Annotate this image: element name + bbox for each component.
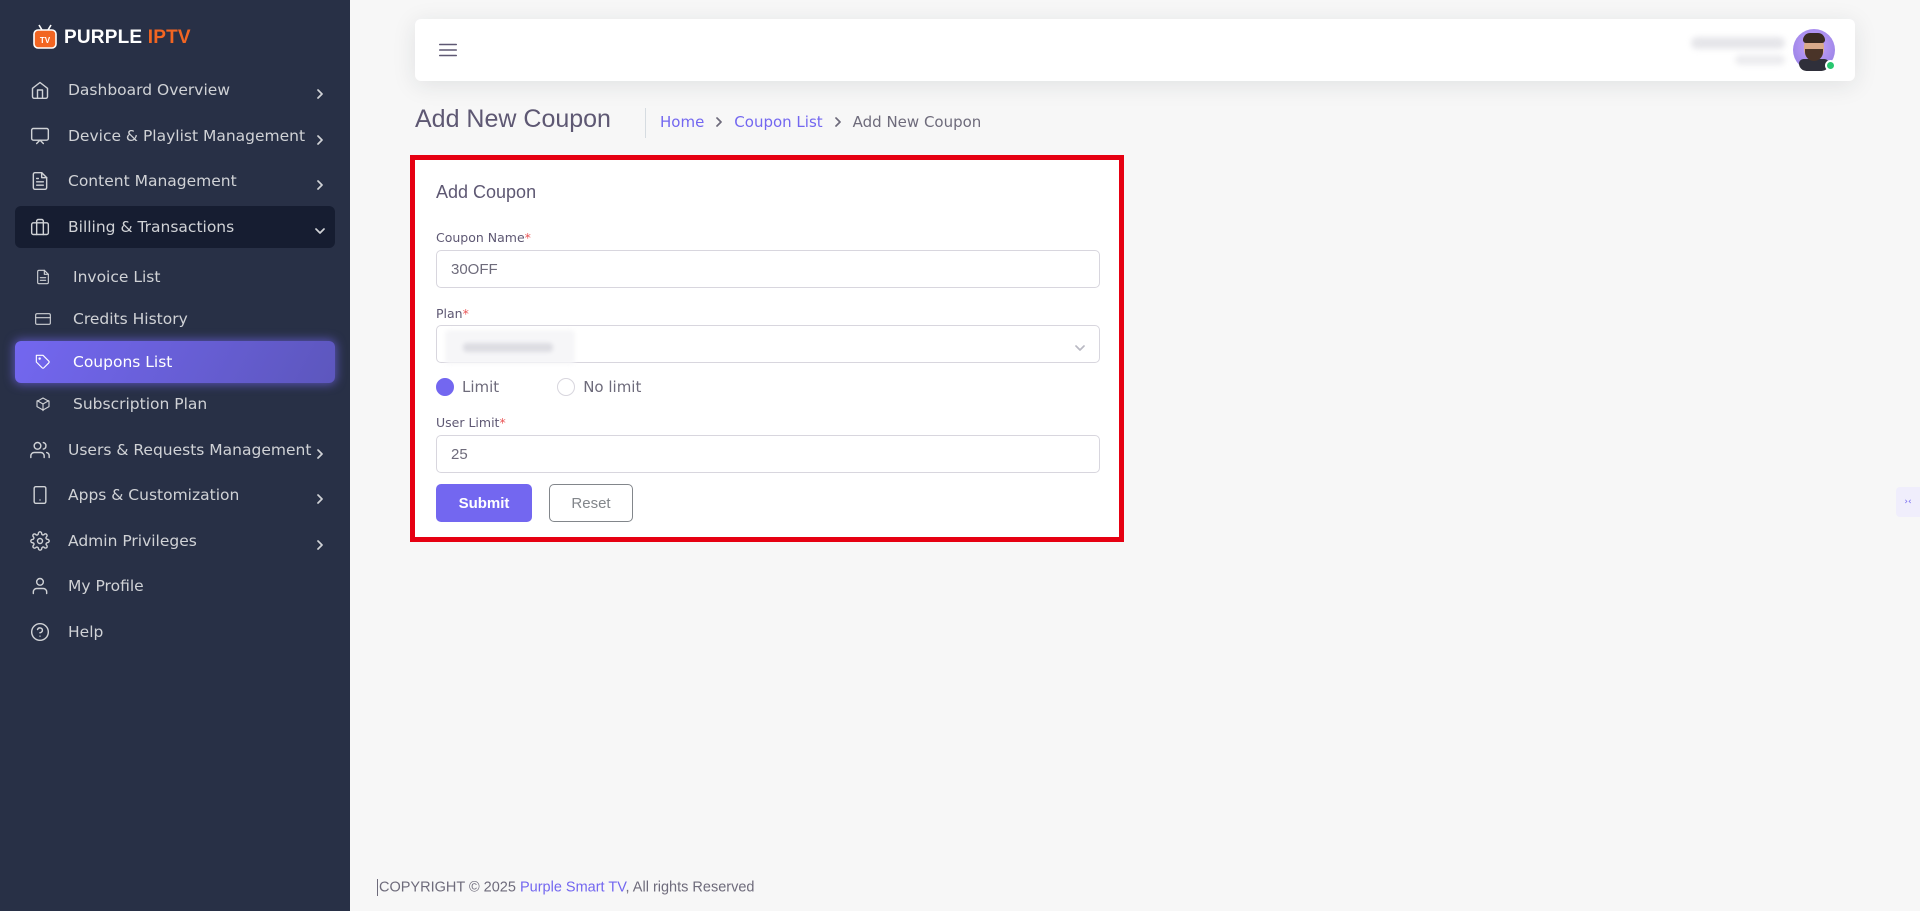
limit-radio[interactable] xyxy=(436,378,454,396)
breadcrumb: Home Coupon List Add New Coupon xyxy=(660,113,981,131)
add-coupon-card: Add Coupon Coupon Name* 30OFF Plan* Limi… xyxy=(410,155,1124,542)
sidebar-item-label: Apps & Customization xyxy=(68,486,240,504)
customizer-toggle-icon[interactable]: ›‹ xyxy=(1896,487,1920,517)
no-limit-radio[interactable] xyxy=(557,378,576,396)
file-text-icon xyxy=(30,171,50,191)
footer-brand-link[interactable]: Purple Smart TV xyxy=(520,879,626,895)
required-mark: * xyxy=(524,230,531,245)
title-divider xyxy=(645,108,646,138)
sidebar-item-label: Invoice List xyxy=(73,268,161,286)
coupon-name-label: Coupon Name* xyxy=(436,230,531,245)
sidebar-item-invoice-list[interactable]: Invoice List xyxy=(15,256,335,298)
limit-radio-group: Limit No limit xyxy=(436,378,641,396)
breadcrumb-current: Add New Coupon xyxy=(852,113,982,131)
chevron-right-icon xyxy=(315,85,325,99)
user-limit-value: 25 xyxy=(451,445,468,463)
sidebar-item-admin-privileges[interactable]: Admin Privileges xyxy=(15,520,335,562)
user-limit-label: User Limit* xyxy=(436,415,506,430)
sidebar-item-label: Coupons List xyxy=(73,353,173,371)
required-mark: * xyxy=(499,415,506,430)
credit-card-icon xyxy=(35,311,51,327)
menu-icon[interactable] xyxy=(437,39,459,61)
package-icon xyxy=(35,396,51,412)
sidebar-item-label: Content Management xyxy=(68,172,237,190)
tag-icon xyxy=(35,354,51,370)
breadcrumb-coupon-list[interactable]: Coupon List xyxy=(734,113,822,131)
card-title: Add Coupon xyxy=(436,182,537,202)
file-icon xyxy=(35,269,51,285)
sidebar-item-my-profile[interactable]: My Profile xyxy=(15,565,335,607)
sidebar-item-users-requests[interactable]: Users & Requests Management xyxy=(15,429,335,471)
required-mark: * xyxy=(462,306,469,321)
sidebar-item-subscription-plan[interactable]: Subscription Plan xyxy=(15,383,335,425)
user-info-blurred[interactable] xyxy=(1685,33,1785,69)
chevron-right-icon xyxy=(833,117,843,127)
reset-button[interactable]: Reset xyxy=(549,484,633,522)
sidebar-item-dashboard-overview[interactable]: Dashboard Overview xyxy=(15,69,335,111)
brand-name: PURPLE xyxy=(64,27,143,48)
breadcrumb-home[interactable]: Home xyxy=(660,113,704,131)
top-navbar xyxy=(415,19,1855,81)
sidebar-item-label: Users & Requests Management xyxy=(68,441,312,459)
chevron-right-icon xyxy=(315,536,325,550)
plan-selected-value-blurred xyxy=(445,330,575,364)
chevron-down-icon xyxy=(1075,340,1085,351)
plan-label: Plan* xyxy=(436,306,469,321)
tv-icon: TV xyxy=(32,24,60,52)
sidebar-item-billing-transactions[interactable]: Billing & Transactions xyxy=(15,206,335,248)
sidebar-item-label: Billing & Transactions xyxy=(68,218,235,236)
sidebar-item-label: Device & Playlist Management xyxy=(68,127,306,145)
help-circle-icon xyxy=(30,622,50,642)
sidebar-item-label: My Profile xyxy=(68,577,144,595)
chevron-right-icon xyxy=(714,117,724,127)
sidebar-item-credits-history[interactable]: Credits History xyxy=(15,298,335,340)
sidebar-item-label: Dashboard Overview xyxy=(68,81,230,99)
coupon-name-input[interactable]: 30OFF xyxy=(436,250,1100,288)
brand-logo[interactable]: TV PURPLE IPTV xyxy=(32,22,191,54)
page-title: Add New Coupon xyxy=(415,105,611,133)
chevron-down-icon xyxy=(315,222,325,234)
sidebar-item-device-playlist[interactable]: Device & Playlist Management xyxy=(15,115,335,157)
cast-icon xyxy=(30,126,50,146)
chevron-right-icon xyxy=(315,176,325,190)
sidebar-item-coupons-list[interactable]: Coupons List xyxy=(15,341,335,383)
sidebar: TV PURPLE IPTV Dashboard Overview Device… xyxy=(0,0,350,911)
users-icon xyxy=(30,440,50,460)
user-limit-input[interactable]: 25 xyxy=(436,435,1100,473)
sidebar-item-label: Admin Privileges xyxy=(68,532,197,550)
footer-copyright: COPYRIGHT © 2025 Purple Smart TV, All ri… xyxy=(377,879,755,896)
online-status-dot xyxy=(1825,60,1836,71)
avatar[interactable] xyxy=(1793,29,1836,71)
coupon-name-value: 30OFF xyxy=(451,260,498,278)
gear-icon xyxy=(30,531,50,551)
svg-text:TV: TV xyxy=(40,36,51,45)
text-caret xyxy=(377,879,378,896)
limit-radio-option[interactable]: Limit xyxy=(436,378,499,396)
sidebar-item-content-management[interactable]: Content Management xyxy=(15,160,335,202)
sidebar-item-label: Help xyxy=(68,623,104,641)
brand-name-accent: IPTV xyxy=(147,27,191,48)
sidebar-item-help[interactable]: Help xyxy=(15,611,335,653)
briefcase-icon xyxy=(30,217,50,237)
user-icon xyxy=(30,576,50,596)
tablet-icon xyxy=(30,485,50,505)
sidebar-item-label: Credits History xyxy=(73,310,188,328)
chevron-right-icon xyxy=(315,131,325,145)
home-icon xyxy=(30,80,50,100)
chevron-right-icon xyxy=(315,445,325,459)
submit-button[interactable]: Submit xyxy=(436,484,532,522)
plan-select[interactable] xyxy=(436,325,1100,364)
sidebar-item-apps-customization[interactable]: Apps & Customization xyxy=(15,474,335,516)
sidebar-item-label: Subscription Plan xyxy=(73,395,208,413)
no-limit-radio-option[interactable]: No limit xyxy=(557,378,641,396)
chevron-right-icon xyxy=(315,490,325,504)
